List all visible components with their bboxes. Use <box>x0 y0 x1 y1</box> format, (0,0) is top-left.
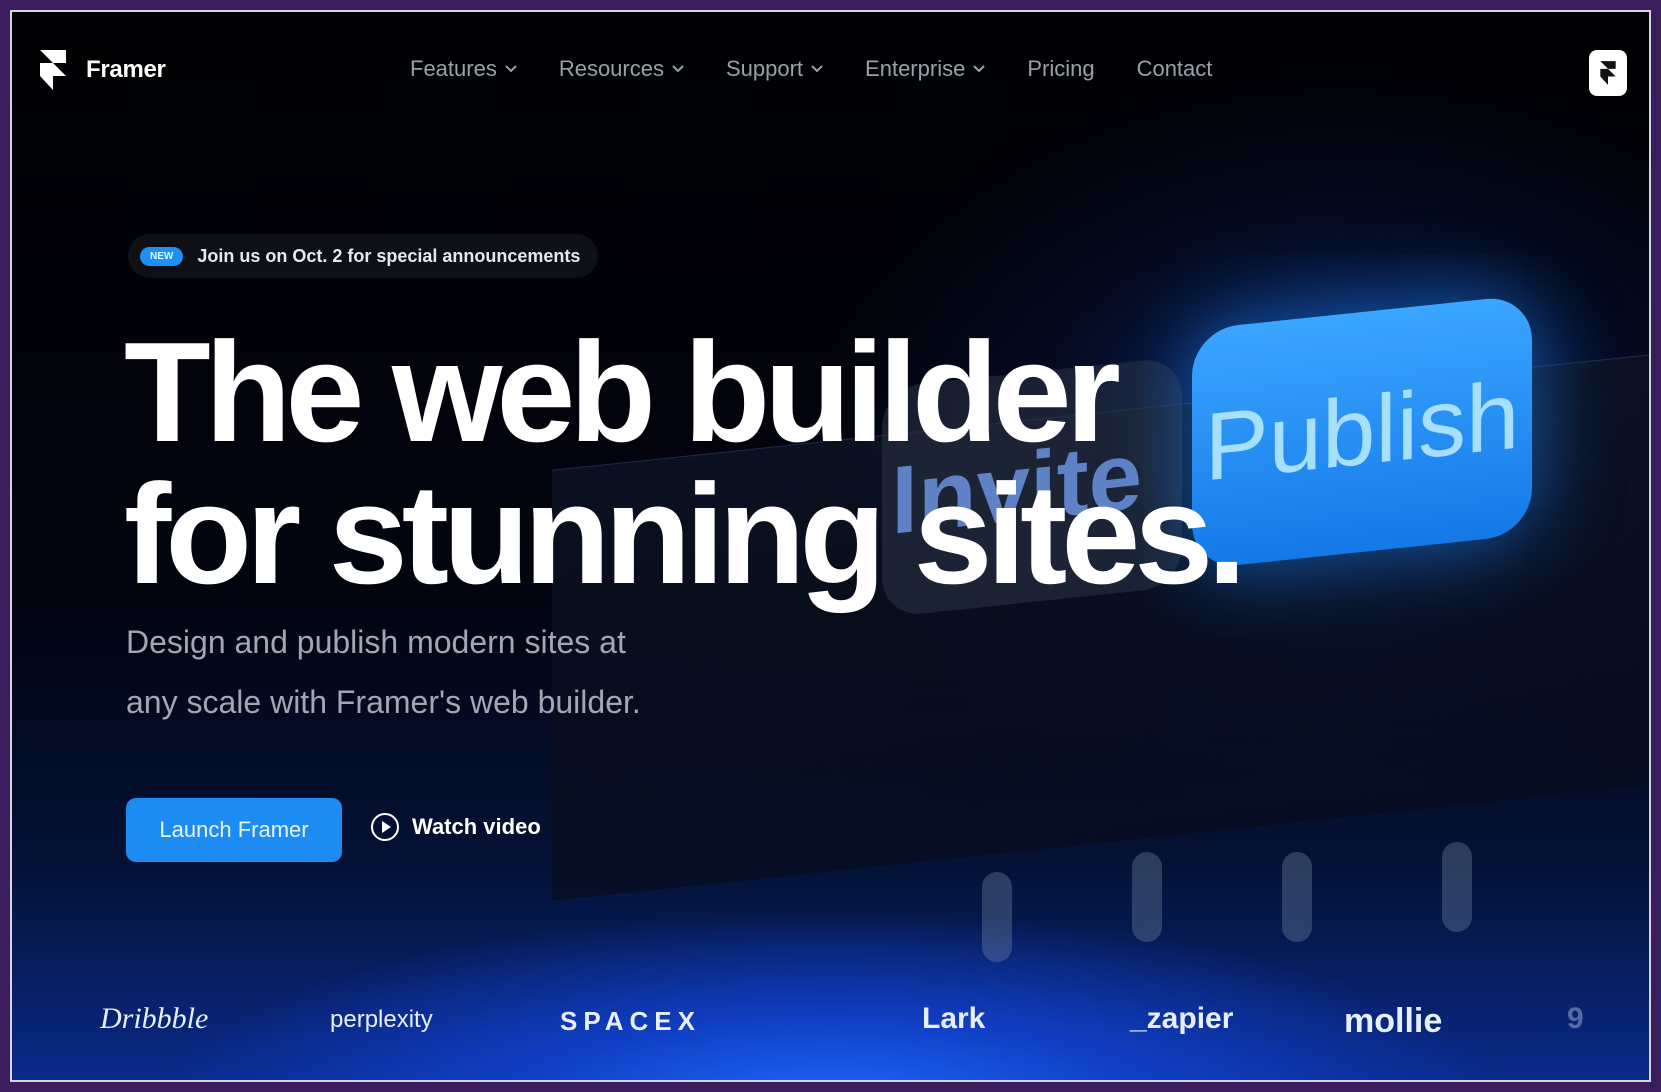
framer-app-icon <box>1600 61 1616 85</box>
watch-video-label: Watch video <box>412 814 541 839</box>
customer-logo-perplexity: perplexity <box>330 1006 433 1033</box>
nav-item-label: Support <box>725 56 804 81</box>
chevron-down-icon <box>811 65 823 73</box>
hero-headline: The web builder for stunning sites. <box>124 322 1247 606</box>
slider-knob <box>982 872 1012 962</box>
customer-logo-mollie: mollie <box>1344 1002 1443 1040</box>
nav-item-label: Pricing <box>1027 56 1095 81</box>
slider-knob <box>1442 842 1472 932</box>
slider-knob <box>1282 852 1312 942</box>
subtitle-line-1: Design and publish modern sites at <box>126 624 626 660</box>
headline-line-1: The web builder <box>124 313 1121 472</box>
customer-logo-dribbble: Dribbble <box>100 1002 209 1035</box>
customer-logo-zapier: _zapier <box>1130 1002 1234 1035</box>
nav-item-support[interactable]: Support <box>726 56 823 82</box>
hero-subtitle: Design and publish modern sites at any s… <box>126 612 686 732</box>
publish-button-visual: Publish <box>1192 294 1532 570</box>
browser-viewport: Invite Publish Framer Features Resources <box>10 10 1651 1082</box>
watch-video-button[interactable]: Watch video <box>370 812 541 842</box>
nav-item-features[interactable]: Features <box>410 56 517 82</box>
announcement-badge[interactable]: NEW Join us on Oct. 2 for special announ… <box>128 234 599 278</box>
customer-logos: Dribbble perplexity SPACEX Lark _zapier … <box>12 1002 1649 1072</box>
new-pill: NEW <box>140 246 184 266</box>
nav-item-label: Resources <box>558 56 664 81</box>
customer-logo-spacex: SPACEX <box>560 1006 701 1036</box>
framer-logo-icon <box>40 50 66 90</box>
subtitle-line-2: any scale with Framer's web builder. <box>126 684 641 720</box>
nav-item-pricing[interactable]: Pricing <box>1027 56 1094 82</box>
brand-logo[interactable]: Framer <box>38 48 166 92</box>
nav-item-label: Features <box>410 56 497 81</box>
nav-item-label: Contact <box>1136 56 1213 81</box>
nav-item-resources[interactable]: Resources <box>559 56 684 82</box>
app-launch-button[interactable] <box>1589 50 1627 96</box>
top-navigation: Framer Features Resources Support Enterp… <box>12 12 1649 112</box>
chevron-down-icon <box>672 65 684 73</box>
nav-item-enterprise[interactable]: Enterprise <box>865 56 986 82</box>
launch-framer-button[interactable]: Launch Framer <box>126 798 342 862</box>
nav-item-contact[interactable]: Contact <box>1137 56 1213 82</box>
chevron-down-icon <box>505 65 517 73</box>
customer-logo-lark: Lark <box>922 1002 986 1035</box>
customer-logo-partial: 9 <box>1567 1002 1584 1035</box>
announcement-text: Join us on Oct. 2 for special announceme… <box>197 245 581 266</box>
brand-name: Framer <box>86 56 166 83</box>
play-circle-icon <box>371 813 399 841</box>
slider-knob <box>1132 852 1162 942</box>
chevron-down-icon <box>973 65 986 73</box>
headline-line-2: for stunning sites. <box>124 455 1247 614</box>
nav-menu: Features Resources Support Enterprise Pr… <box>410 56 1212 82</box>
nav-item-label: Enterprise <box>865 56 966 81</box>
